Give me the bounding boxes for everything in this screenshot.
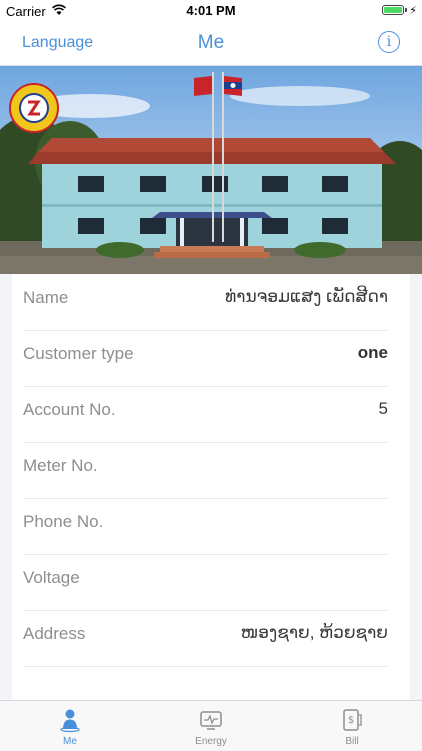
name-value: ທ່ານຈອມແສງ ເພັດສີດາ: [225, 287, 388, 306]
profile-row-meter-no: Meter No.: [23, 442, 388, 499]
tab-energy-label: Energy: [195, 736, 227, 747]
battery-tip: [405, 8, 407, 12]
meter-no-label: Meter No.: [23, 456, 98, 475]
customer-type-label: Customer type: [23, 344, 134, 363]
address-label: Address: [23, 624, 86, 643]
account-no-label: Account No.: [23, 400, 116, 419]
profile-row-address: Address ໜອງຊາຍ, ຫ້ວຍຊາຍ: [23, 610, 388, 667]
profile-row-phone-no: Phone No.: [23, 498, 388, 555]
voltage-label: Voltage: [23, 568, 80, 587]
status-bar: Carrier 4:01 PM ⚡: [0, 0, 422, 22]
phone-no-label: Phone No.: [23, 512, 104, 531]
tab-energy[interactable]: Energy: [141, 701, 281, 751]
account-no-value: 5: [378, 399, 388, 418]
customer-type-value: one: [357, 343, 388, 362]
tab-bill-label: Bill: [345, 736, 359, 747]
tab-bill[interactable]: $ Bill: [282, 701, 422, 751]
navigation-bar: Language Me i: [0, 22, 422, 66]
charging-bolt-icon: ⚡: [409, 5, 417, 17]
profile-row-account-no: Account No. 5: [23, 386, 388, 443]
page-title: Me: [197, 32, 225, 53]
monitor-icon: [200, 711, 222, 730]
bill-icon: $: [343, 709, 362, 731]
info-icon[interactable]: i: [378, 31, 400, 53]
tab-me[interactable]: Me: [0, 701, 140, 751]
tab-me-label: Me: [63, 736, 77, 747]
name-label: Name: [23, 288, 69, 307]
person-icon: [60, 709, 80, 733]
profile-row-voltage: Voltage: [23, 554, 388, 611]
status-time: 4:01 PM: [186, 3, 236, 18]
profile-row-name: Name ທ່ານຈອມແສງ ເພັດສີດາ: [23, 274, 388, 331]
profile-row-customer-type: Customer type one: [23, 330, 388, 387]
office-building-photo: [0, 66, 422, 274]
tab-bar: Me Energy $ Bill: [0, 700, 422, 750]
address-value: ໜອງຊາຍ, ຫ້ວຍຊາຍ: [240, 623, 388, 642]
battery-icon: [382, 5, 404, 15]
profile-card: Name ທ່ານຈອມແສງ ເພັດສີດາ Customer type o…: [12, 274, 410, 700]
svg-text:$: $: [348, 715, 354, 726]
